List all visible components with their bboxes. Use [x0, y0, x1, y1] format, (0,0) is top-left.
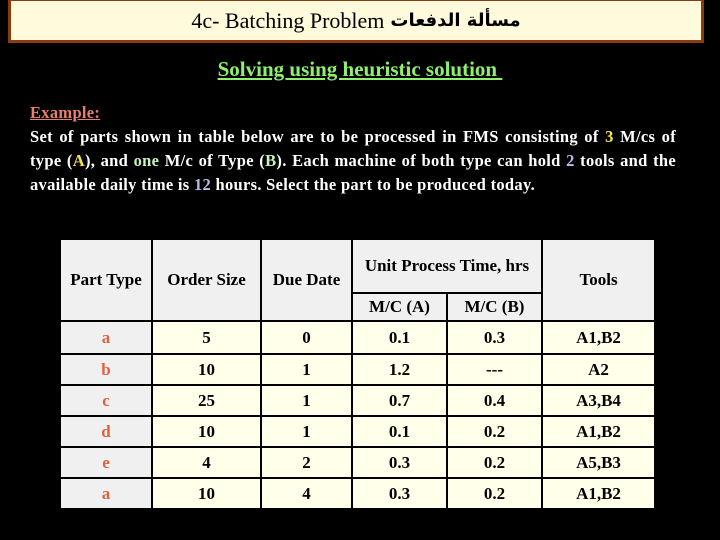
cell-mc-a: 0.3 [351, 446, 448, 479]
cell-mc-b: --- [446, 353, 543, 386]
header-order-size: Order Size [151, 240, 262, 322]
cell-part-type: e [61, 446, 153, 479]
title-arabic: مسألة الدفعات [390, 10, 521, 31]
cell-order-size: 10 [151, 415, 262, 448]
title-english: 4c- Batching Problem [191, 7, 385, 33]
example-text: Set of parts shown in table below are to… [30, 127, 606, 146]
example-body: Set of parts shown in table below are to… [30, 127, 676, 194]
cell-tools: A1,B2 [541, 320, 654, 355]
example-text: ), and [84, 151, 134, 170]
example-paragraph: Example: Set of parts shown in table bel… [30, 101, 676, 197]
table-row: d 10 1 0.1 0.2 A1,B2 [61, 415, 654, 448]
cell-due-date: 4 [260, 477, 353, 508]
header-mc-b: M/C (B) [446, 292, 543, 322]
table-row: a 10 4 0.3 0.2 A1,B2 [61, 477, 654, 508]
cell-part-type: b [61, 353, 153, 386]
cell-order-size: 25 [151, 384, 262, 417]
cell-mc-b: 0.2 [446, 446, 543, 479]
parts-table: Part Type Order Size Due Date Unit Proce… [61, 240, 654, 508]
cell-mc-a: 0.1 [351, 320, 448, 355]
header-tools: Tools [541, 240, 654, 322]
cell-part-type: a [61, 477, 153, 508]
header-part-type: Part Type [61, 240, 153, 322]
cell-due-date: 2 [260, 446, 353, 479]
cell-mc-b: 0.2 [446, 415, 543, 448]
table-header-row: Part Type Order Size Due Date Unit Proce… [61, 240, 654, 322]
slide-title: 4c- Batching Problem مسألة الدفعات [8, 0, 704, 43]
cell-mc-b: 0.2 [446, 477, 543, 508]
cell-mc-b: 0.3 [446, 320, 543, 355]
example-text: ). Each machine of both type can hold [276, 151, 567, 170]
cell-due-date: 1 [260, 353, 353, 386]
cell-due-date: 1 [260, 415, 353, 448]
highlighted-value: A [72, 151, 85, 170]
table-row: e 4 2 0.3 0.2 A5,B3 [61, 446, 654, 479]
highlighted-value: 2 [566, 151, 575, 170]
example-text: hours. Select the part to be produced to… [211, 175, 536, 194]
table-row: a 5 0 0.1 0.3 A1,B2 [61, 320, 654, 355]
cell-part-type: c [61, 384, 153, 417]
cell-tools: A3,B4 [541, 384, 654, 417]
highlighted-value: 3 [605, 127, 614, 146]
table-body: a 5 0 0.1 0.3 A1,B2 b 10 1 1.2 --- A2 c 25 1 0.7 0.4 A3,B… [61, 320, 654, 508]
cell-tools: A5,B3 [541, 446, 654, 479]
cell-due-date: 1 [260, 384, 353, 417]
highlighted-value: one [133, 151, 160, 170]
cell-order-size: 5 [151, 320, 262, 355]
header-mc-a: M/C (A) [352, 292, 448, 322]
table-row: b 10 1 1.2 --- A2 [61, 353, 654, 386]
cell-mc-a: 0.3 [351, 477, 448, 508]
cell-tools: A1,B2 [541, 415, 654, 448]
cell-mc-a: 0.7 [351, 384, 448, 417]
table-row: c 25 1 0.7 0.4 A3,B4 [61, 384, 654, 417]
cell-order-size: 10 [151, 477, 262, 508]
example-text: M/c of Type ( [159, 151, 266, 170]
cell-order-size: 4 [151, 446, 262, 479]
header-unit-process-time: Unit Process Time, hrs [351, 240, 543, 294]
cell-part-type: d [61, 415, 153, 448]
cell-mc-a: 0.1 [351, 415, 448, 448]
example-label: Example: [30, 103, 101, 122]
header-due-date: Due Date [260, 240, 353, 322]
cell-part-type: a [61, 320, 153, 355]
cell-mc-a: 1.2 [351, 353, 448, 386]
cell-due-date: 0 [260, 320, 353, 355]
cell-tools: A1,B2 [541, 477, 654, 508]
highlighted-value: B [265, 151, 277, 170]
highlighted-value: 12 [193, 175, 212, 194]
cell-order-size: 10 [151, 353, 262, 386]
cell-tools: A2 [541, 353, 654, 386]
subtitle: Solving using heuristic solution [217, 57, 503, 81]
cell-mc-b: 0.4 [446, 384, 543, 417]
